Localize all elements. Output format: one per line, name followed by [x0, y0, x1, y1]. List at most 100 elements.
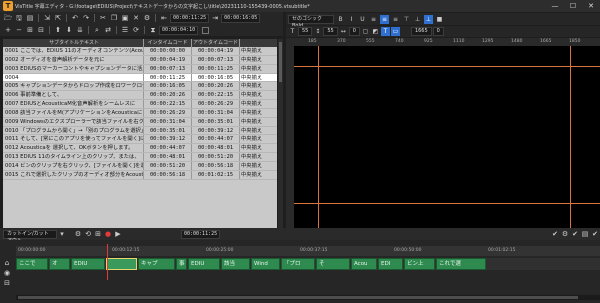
in-timecode-cell[interactable]: 00:00:20:26: [144, 91, 192, 100]
settings-icon[interactable]: ⚙: [142, 13, 152, 23]
loop-icon[interactable]: ⟲: [83, 229, 93, 239]
transport-timecode[interactable]: 00:00:11:25: [181, 229, 221, 239]
out-timecode-cell[interactable]: 00:00:56:18: [192, 161, 240, 170]
table-row[interactable]: 0015 これで選択したクリップのオーディオ部分をAcoustic 00:00:5…: [3, 170, 277, 180]
tracking-field[interactable]: 0: [348, 27, 360, 36]
position-x-field[interactable]: 1665: [410, 27, 432, 36]
track-collapse-icon[interactable]: ⊟: [2, 278, 12, 288]
style-cell[interactable]: 中央揃え: [240, 91, 277, 99]
subtitle-cell[interactable]: 0007 EDIUSとAcousticaM化音声解析をシームレスに: [3, 100, 144, 108]
align-left-icon[interactable]: ≡: [369, 15, 378, 24]
transition-preset-select[interactable]: カットイン/カットアウト: [3, 229, 57, 244]
header-style[interactable]: [240, 39, 277, 47]
export-icon[interactable]: ⇱: [53, 13, 63, 23]
out-timecode-cell[interactable]: 00:00:39:12: [192, 126, 240, 135]
timeline-apply-icon[interactable]: ✔: [550, 229, 560, 239]
cut-icon[interactable]: ✂: [98, 13, 108, 23]
list-view-icon[interactable]: ☰: [120, 25, 130, 35]
table-row[interactable]: 0012 Acousticaを 選択して、OKボタンを押します。 00:00:44…: [3, 144, 277, 154]
save-icon[interactable]: 🖫: [14, 13, 24, 23]
table-row[interactable]: 0004 00:00:11:25 00:00:16:05 中央揃え: [3, 73, 277, 83]
header-out-timecode[interactable]: アウトタイムコード: [192, 39, 240, 47]
table-row[interactable]: 0009 Windowsのエクスプローラーで該当ファイルを右クリック00:00:…: [3, 117, 277, 127]
insert-icon[interactable]: ⊞: [25, 25, 35, 35]
subtitle-clip[interactable]: ビン上: [404, 258, 435, 270]
header-in-timecode[interactable]: インタイムコード: [144, 39, 192, 47]
out-timecode-cell[interactable]: 00:00:11:25: [192, 64, 240, 73]
color-icon[interactable]: ■: [435, 15, 444, 24]
in-timecode-cell[interactable]: 00:00:00:00: [144, 47, 192, 55]
in-timecode-cell[interactable]: 00:00:07:13: [144, 64, 192, 73]
minimize-button[interactable]: —: [546, 0, 564, 12]
bold-icon[interactable]: B: [336, 15, 345, 24]
table-row[interactable]: 0001 ここでは、EDIUS 11のオーディオコンテンツ(Acousti 00:…: [3, 47, 277, 56]
style-cell[interactable]: 中央揃え: [240, 135, 277, 143]
in-timecode-cell[interactable]: 00:00:04:19: [144, 55, 192, 64]
in-timecode-cell[interactable]: 00:00:22:15: [144, 100, 192, 108]
out-timecode-cell[interactable]: 00:00:35:01: [192, 117, 240, 126]
out-timecode-cell[interactable]: 00:00:31:04: [192, 108, 240, 117]
table-row[interactable]: 0011 そして、[常にこのアプリを使ってファイルを開く]に 00:00:39:1…: [3, 135, 277, 145]
in-timecode-cell[interactable]: 00:00:31:04: [144, 117, 192, 126]
timeline-scrollbar[interactable]: [16, 295, 600, 300]
subtitle-cell[interactable]: 0003 EDIUSのマーカーコントやキャプションデータに活用: [3, 64, 144, 73]
leading-field[interactable]: 55: [323, 27, 338, 36]
in-timecode-cell[interactable]: 00:00:35:01: [144, 126, 192, 135]
subtitle-cell[interactable]: 0005 キャプションデータからドロップ作成をロワークロー: [3, 82, 144, 91]
split-icon[interactable]: ⊟: [36, 25, 46, 35]
remove-subtitle-icon[interactable]: −: [14, 25, 24, 35]
subtitle-clip[interactable]: EDIU: [188, 258, 220, 270]
out-timecode-cell[interactable]: 00:00:26:29: [192, 100, 240, 108]
out-timecode-cell[interactable]: 00:00:07:13: [192, 55, 240, 64]
lock-duration-checkbox[interactable]: [202, 26, 210, 34]
font-select[interactable]: セのゴシック Bold: [288, 14, 334, 29]
underline-icon[interactable]: U: [358, 15, 367, 24]
table-row[interactable]: 0003 EDIUSのマーカーコントやキャプションデータに活用 00:00:07:…: [3, 64, 277, 74]
timeline-ruler[interactable]: 00:00:00:00 00:00:12:15 00:00:25:00 00:00:3…: [16, 246, 600, 256]
out-timecode-cell[interactable]: 00:00:44:07: [192, 135, 240, 144]
import-icon[interactable]: ⇲: [42, 13, 52, 23]
in-timecode-cell[interactable]: 00:00:26:29: [144, 108, 192, 117]
timecode-out-field[interactable]: 00:00:16:05: [221, 13, 261, 23]
subtitle-cell[interactable]: 0011 そして、[常にこのアプリを使ってファイルを開く]に: [3, 135, 144, 144]
align-center-icon[interactable]: ≡: [380, 14, 389, 24]
font-size-field[interactable]: 55: [298, 27, 313, 36]
out-timecode-cell[interactable]: 00:00:22:15: [192, 91, 240, 100]
table-row[interactable]: 0002 オーディオを音声解析データを元に 00:00:04:19 00:00:07…: [3, 55, 277, 65]
out-timecode-cell[interactable]: 00:00:51:20: [192, 153, 240, 161]
subtitle-cell[interactable]: 0002 オーディオを音声解析データを元に: [3, 55, 144, 64]
subtitle-clip[interactable]: これで選: [436, 258, 486, 270]
gear-icon[interactable]: ⚙: [73, 229, 83, 239]
vertical-middle-icon[interactable]: ⊥: [413, 15, 422, 24]
style-cell[interactable]: 中央揃え: [240, 171, 277, 179]
table-scrollbar[interactable]: [278, 39, 283, 228]
replace-icon[interactable]: ⇄: [103, 25, 113, 35]
subtitle-clip[interactable]: オ: [49, 258, 70, 270]
vertical-bottom-icon[interactable]: ⊥: [424, 14, 433, 24]
merge-icon[interactable]: ⇊: [75, 25, 85, 35]
delete-icon[interactable]: ✕: [131, 13, 141, 23]
subtitle-cell[interactable]: 0012 Acousticaを 選択して、OKボタンを押します。: [3, 144, 144, 153]
table-row[interactable]: 0013 EDIUS 11のタイムライン上のクリップ、または、 00:00:48:…: [3, 153, 277, 162]
in-timecode-cell[interactable]: 00:00:48:01: [144, 153, 192, 161]
subtitle-clip[interactable]: EDI: [378, 258, 403, 270]
subtitle-cell[interactable]: 0009 Windowsのエクスプローラーで該当ファイルを右クリック: [3, 117, 144, 126]
out-timecode-cell[interactable]: 00:00:48:01: [192, 144, 240, 153]
subtitle-cell[interactable]: 0006 事前準備として、: [3, 91, 144, 100]
out-timecode-cell[interactable]: 00:00:04:19: [192, 47, 240, 55]
table-row[interactable]: 0005 キャプションデータからドロップ作成をロワークロー 00:00:16:05…: [3, 82, 277, 92]
out-timecode-cell[interactable]: 00:00:16:05: [192, 73, 240, 82]
subtitle-cell[interactable]: 0001 ここでは、EDIUS 11のオーディオコンテンツ(Acousti: [3, 47, 144, 55]
maximize-button[interactable]: ☐: [564, 0, 582, 12]
move-down-icon[interactable]: ⬇: [64, 25, 74, 35]
table-row[interactable]: 0008 該当ファイルをM(アプリケーションをAcousticaに 00:00:2…: [3, 108, 277, 118]
text-style-icon[interactable]: T: [380, 27, 390, 36]
move-up-icon[interactable]: ⬆: [53, 25, 63, 35]
snap-icon[interactable]: ⊞: [93, 229, 103, 239]
edge-icon[interactable]: ▢: [361, 27, 370, 36]
playhead[interactable]: [107, 244, 108, 280]
style-cell[interactable]: 中央揃え: [240, 153, 277, 161]
save-as-icon[interactable]: ▤: [25, 13, 35, 23]
style-cell[interactable]: 中央揃え: [240, 47, 277, 55]
in-timecode-cell[interactable]: 00:00:51:20: [144, 161, 192, 170]
